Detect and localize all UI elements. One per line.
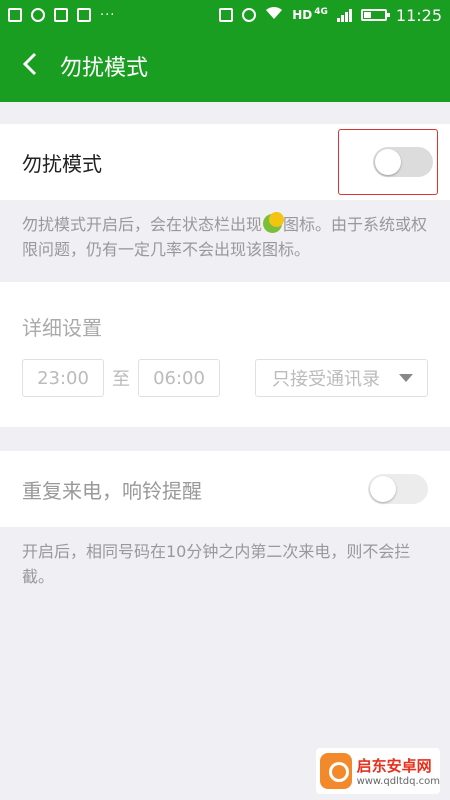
clock: 11:25 (395, 5, 442, 25)
watermark-url: www.qdltdq.com (356, 776, 440, 787)
to-label: 至 (112, 369, 130, 390)
dnd-hint: 勿扰模式开启后，会在状态栏出现 图标。由于系统或权限问题，仍有一定几率不会出现该图… (0, 200, 450, 282)
dnd-toggle-highlight (338, 129, 438, 195)
wifi-icon (265, 6, 283, 24)
watermark-name: 启东安卓网 (356, 757, 432, 775)
dropdown-arrow-icon (399, 374, 413, 382)
page-title: 勿扰模式 (60, 56, 149, 81)
repeat-call-toggle[interactable] (368, 474, 428, 504)
start-time-field[interactable]: 23:00 (22, 359, 104, 397)
time-range-row: 23:00 至 06:00 只接受通讯录 (0, 341, 450, 427)
hd-label: HD (292, 8, 313, 22)
image-icon (77, 8, 91, 22)
toggle-knob (370, 476, 396, 502)
moon-icon (263, 212, 285, 233)
toggle-knob (375, 149, 401, 175)
call-filter-select[interactable]: 只接受通讯录 (255, 359, 428, 397)
repeat-call-label: 重复来电，响铃提醒 (22, 478, 202, 503)
repeat-call-row[interactable]: 重复来电，响铃提醒 (0, 451, 450, 527)
watermark: 启东安卓网 www.qdltdq.com (316, 748, 440, 794)
vibrate-icon (219, 8, 234, 22)
status-bar-right: HD 4G 11:25 (219, 6, 442, 25)
more-notifications-icon: ··· (100, 7, 116, 23)
app-bar: 勿扰模式 (0, 30, 450, 102)
status-bar: ··· HD 4G 11:25 (0, 0, 450, 30)
detail-settings-title: 详细设置 (22, 316, 102, 340)
call-filter-value: 只接受通讯录 (272, 369, 380, 390)
battery-icon (360, 9, 390, 21)
network-type-label: 4G (314, 6, 328, 17)
message-icon (8, 8, 22, 22)
dnd-row[interactable]: 勿扰模式 (0, 124, 450, 200)
detail-card: 详细设置 23:00 至 06:00 只接受通讯录 (0, 282, 450, 427)
end-time-field[interactable]: 06:00 (138, 359, 220, 397)
chevron-left-icon[interactable] (22, 52, 38, 81)
dnd-label: 勿扰模式 (22, 151, 102, 176)
repeat-call-hint: 开启后，相同号码在10分钟之内第二次来电，则不会拦截。 (22, 542, 411, 586)
alarm-icon (242, 8, 257, 22)
app-grid-icon (54, 8, 68, 22)
dnd-hint-text-1: 勿扰模式开启后，会在状态栏出现 (22, 215, 263, 234)
signal-icon (336, 8, 352, 22)
dnd-toggle[interactable] (373, 147, 433, 177)
repeat-call-card: 重复来电，响铃提醒 (0, 451, 450, 527)
watermark-text: 启东安卓网 www.qdltdq.com (357, 755, 440, 787)
status-bar-left: ··· (8, 8, 115, 23)
qq-icon (31, 8, 45, 22)
watermark-logo-icon (320, 753, 352, 789)
dnd-card: 勿扰模式 (0, 124, 450, 200)
